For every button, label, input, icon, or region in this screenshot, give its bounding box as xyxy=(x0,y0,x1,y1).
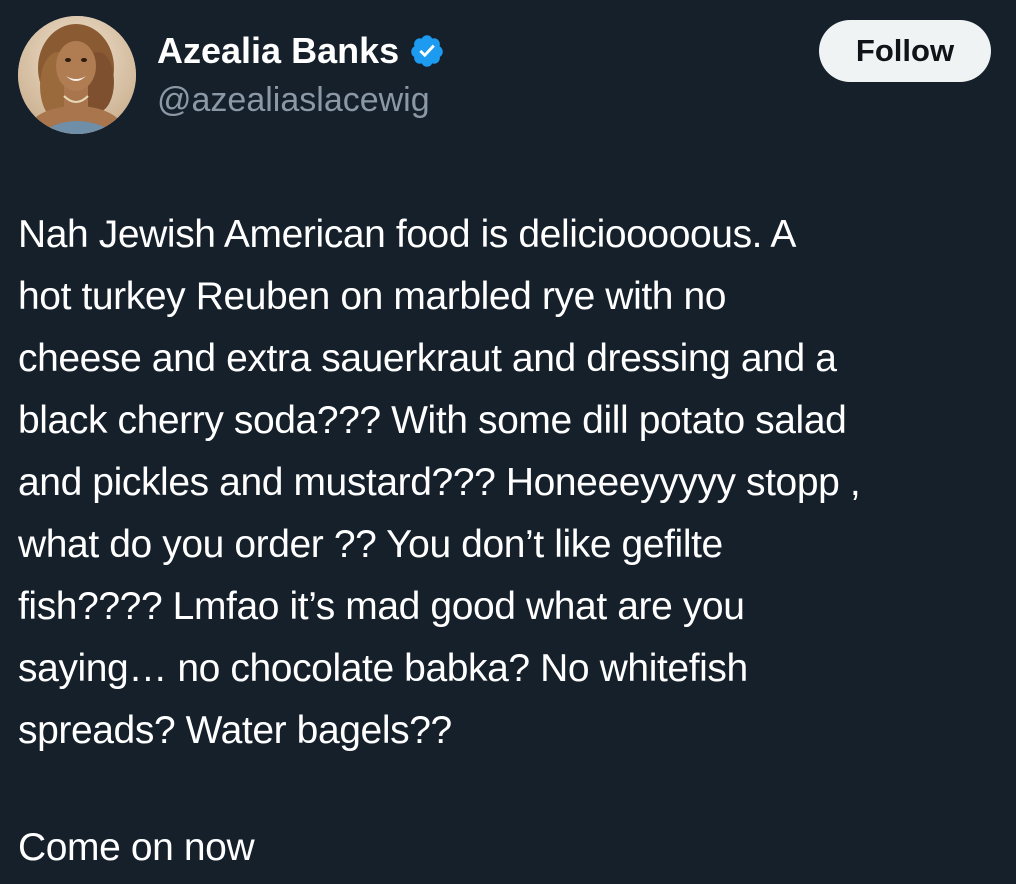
verified-badge-icon[interactable] xyxy=(409,33,445,69)
tweet-text-line: spreads? Water bagels?? xyxy=(18,709,452,752)
tweet-text-line: saying… no chocolate babka? No whitefish xyxy=(18,647,748,690)
tweet-text-line: what do you order ?? You don’t like gefi… xyxy=(18,523,723,566)
tweet-text-closing: Come on now xyxy=(18,826,255,869)
tweet-text-line: cheese and extra sauerkraut and dressing… xyxy=(18,337,837,380)
author-name-row: Azealia Banks xyxy=(157,29,445,73)
tweet-text-line: and pickles and mustard??? Honeeeyyyyy s… xyxy=(18,461,861,504)
tweet-text: Nah Jewish American food is deliciooooou… xyxy=(18,204,1013,762)
author-handle[interactable]: @azealiaslacewig xyxy=(157,78,430,122)
tweet-text-line: black cherry soda??? With some dill pota… xyxy=(18,399,847,442)
follow-button[interactable]: Follow xyxy=(819,20,991,82)
tweet-text-line: fish???? Lmfao it’s mad good what are yo… xyxy=(18,585,745,628)
tweet-card: Azealia Banks @azealiaslacewig Follow Na… xyxy=(0,0,1016,884)
tweet-text-line: hot turkey Reuben on marbled rye with no xyxy=(18,275,727,318)
profile-photo-icon xyxy=(18,16,136,134)
author-display-name[interactable]: Azealia Banks xyxy=(157,29,399,73)
tweet-text-line: Nah Jewish American food is deliciooooou… xyxy=(18,213,797,256)
avatar[interactable] xyxy=(18,16,136,134)
